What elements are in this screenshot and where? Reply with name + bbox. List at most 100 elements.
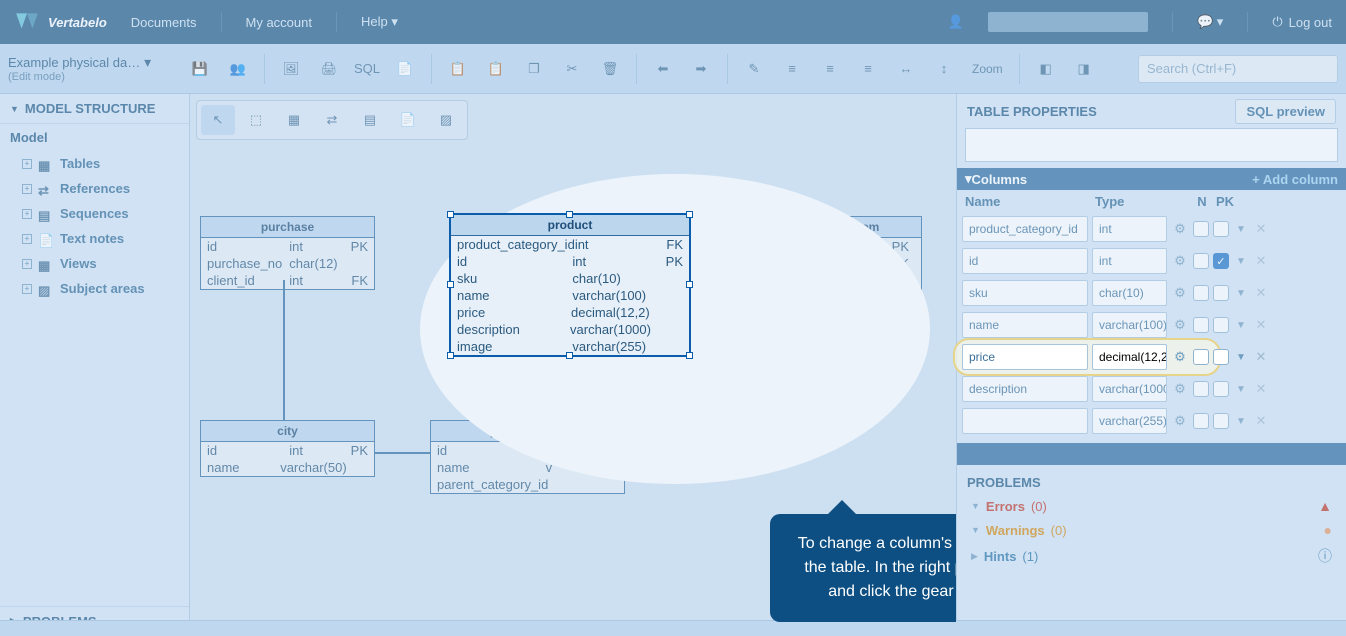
column-name-input[interactable] xyxy=(962,408,1088,434)
layout-right-icon[interactable]: ◨ xyxy=(1068,53,1100,85)
column-type-input[interactable]: varchar(100) xyxy=(1092,312,1167,338)
chevron-down-icon[interactable]: ▼ xyxy=(1233,224,1249,235)
duplicate-icon[interactable]: ❐ xyxy=(518,53,550,85)
marquee-tool-icon[interactable]: ⬚ xyxy=(239,105,273,135)
align-right-icon[interactable]: ≡ xyxy=(852,53,884,85)
gear-icon[interactable]: ⚙ xyxy=(1171,253,1189,269)
chevron-down-icon[interactable]: ▼ xyxy=(1233,320,1249,331)
entity-purchase[interactable]: purchase idintPK purchase_nochar(12) cli… xyxy=(200,216,375,290)
layout-left-icon[interactable]: ◧ xyxy=(1030,53,1062,85)
expand-icon[interactable]: + xyxy=(22,259,32,269)
nullable-checkbox[interactable] xyxy=(1193,381,1209,397)
cut-icon[interactable]: ✂ xyxy=(556,53,588,85)
tree-root[interactable]: Model xyxy=(0,124,189,151)
sidebar-item-subject-areas[interactable]: +▨Subject areas xyxy=(0,276,189,301)
chevron-down-icon[interactable]: ▼ xyxy=(1233,256,1249,267)
doc-icon[interactable]: 📄 xyxy=(389,53,421,85)
resize-handle[interactable] xyxy=(447,352,454,359)
delete-column-icon[interactable]: ✕ xyxy=(1253,253,1269,269)
undo-icon[interactable]: ⬅ xyxy=(647,53,679,85)
edit-icon[interactable]: ✎ xyxy=(738,53,770,85)
hints-row[interactable]: ▶Hints (1)ⓘ xyxy=(957,542,1346,570)
user-icon[interactable]: 👤 xyxy=(948,14,964,30)
logout-link[interactable]: ⏻ Log out xyxy=(1272,14,1332,30)
entity-product[interactable]: product product_category_idintFK idintPK… xyxy=(450,214,690,356)
search-input[interactable]: Search (Ctrl+F) xyxy=(1138,55,1338,83)
gear-icon[interactable]: ⚙ xyxy=(1171,221,1189,237)
delete-column-icon[interactable]: ✕ xyxy=(1253,221,1269,237)
resize-handle[interactable] xyxy=(686,352,693,359)
expand-icon[interactable]: + xyxy=(22,184,32,194)
column-type-input[interactable]: int xyxy=(1092,216,1167,242)
resize-handle[interactable] xyxy=(686,281,693,288)
column-type-input[interactable]: char(10) xyxy=(1092,280,1167,306)
nullable-checkbox[interactable] xyxy=(1193,349,1209,365)
add-area-icon[interactable]: ▨ xyxy=(429,105,463,135)
column-name-input[interactable]: price xyxy=(962,344,1088,370)
table-name-input[interactable] xyxy=(965,128,1338,162)
columns-section[interactable]: ▾ Columns + Add column xyxy=(957,168,1346,190)
add-table-icon[interactable]: ▦ xyxy=(277,105,311,135)
pk-checkbox[interactable] xyxy=(1213,413,1229,429)
chevron-down-icon[interactable]: ▼ xyxy=(1233,416,1249,427)
sidebar-item-sequences[interactable]: +▤Sequences xyxy=(0,201,189,226)
sidebar-item-references[interactable]: +⇄References xyxy=(0,176,189,201)
align-center-icon[interactable]: ≡ xyxy=(814,53,846,85)
entity-city[interactable]: city idintPK namevarchar(50) xyxy=(200,420,375,477)
model-name[interactable]: Example physical da… ▾ (Edit mode) xyxy=(8,54,178,83)
add-note-icon[interactable]: 📄 xyxy=(391,105,425,135)
column-type-input[interactable]: decimal(12,2 xyxy=(1092,344,1167,370)
column-name-input[interactable]: product_category_id xyxy=(962,216,1088,242)
resize-handle[interactable] xyxy=(566,211,573,218)
chevron-down-icon[interactable]: ▼ xyxy=(1233,384,1249,395)
gear-icon[interactable]: ⚙ xyxy=(1171,285,1189,301)
chat-icon[interactable]: 💬 ▾ xyxy=(1197,14,1223,30)
gear-icon[interactable]: ⚙ xyxy=(1171,317,1189,333)
select-tool-icon[interactable]: ↖ xyxy=(201,105,235,135)
expand-icon[interactable]: + xyxy=(22,209,32,219)
expand-icon[interactable]: + xyxy=(22,159,32,169)
sql-preview-button[interactable]: SQL preview xyxy=(1235,99,1336,124)
expand-icon[interactable]: + xyxy=(22,234,32,244)
pk-checkbox[interactable]: ✓ xyxy=(1213,253,1229,269)
nullable-checkbox[interactable] xyxy=(1193,253,1209,269)
add-column-button[interactable]: + Add column xyxy=(1252,172,1338,187)
gear-icon[interactable]: ⚙ xyxy=(1171,349,1189,365)
column-name-input[interactable]: sku xyxy=(962,280,1088,306)
distribute-h-icon[interactable]: ↔ xyxy=(890,53,922,85)
nullable-checkbox[interactable] xyxy=(1193,413,1209,429)
nav-documents[interactable]: Documents xyxy=(131,15,197,30)
print-icon[interactable]: 🖨 xyxy=(313,53,345,85)
paste-icon[interactable]: 📋 xyxy=(480,53,512,85)
gear-icon[interactable]: ⚙ xyxy=(1171,413,1189,429)
sidebar-item-tables[interactable]: +▦Tables xyxy=(0,151,189,176)
pk-checkbox[interactable] xyxy=(1213,317,1229,333)
chevron-down-icon[interactable]: ▼ xyxy=(1233,288,1249,299)
model-structure-header[interactable]: ▼MODEL STRUCTURE xyxy=(0,94,189,124)
resize-handle[interactable] xyxy=(447,211,454,218)
redo-icon[interactable]: ➡ xyxy=(685,53,717,85)
delete-column-icon[interactable]: ✕ xyxy=(1253,381,1269,397)
canvas[interactable]: ↖ ⬚ ▦ ⇄ ▤ 📄 ▨ purchase idintPK purchase_… xyxy=(190,94,956,636)
share-icon[interactable]: 👥 xyxy=(222,53,254,85)
warnings-row[interactable]: ▼Warnings (0)● xyxy=(957,518,1346,542)
column-name-input[interactable]: name xyxy=(962,312,1088,338)
sql-icon[interactable]: SQL xyxy=(351,53,383,85)
column-type-input[interactable]: varchar(255) xyxy=(1092,408,1167,434)
pk-checkbox[interactable] xyxy=(1213,285,1229,301)
add-reference-icon[interactable]: ⇄ xyxy=(315,105,349,135)
delete-column-icon[interactable]: ✕ xyxy=(1253,413,1269,429)
resize-handle[interactable] xyxy=(447,281,454,288)
image-icon[interactable]: 🖼 xyxy=(275,53,307,85)
brand-logo[interactable]: Vertabelo xyxy=(14,9,107,35)
pk-checkbox[interactable] xyxy=(1213,349,1229,365)
add-view-icon[interactable]: ▤ xyxy=(353,105,387,135)
collapsed-section[interactable] xyxy=(957,443,1346,465)
errors-row[interactable]: ▼Errors (0)▲ xyxy=(957,494,1346,518)
delete-column-icon[interactable]: ✕ xyxy=(1253,317,1269,333)
expand-icon[interactable]: + xyxy=(22,284,32,294)
delete-column-icon[interactable]: ✕ xyxy=(1253,349,1269,365)
nullable-checkbox[interactable] xyxy=(1193,221,1209,237)
column-name-input[interactable]: description xyxy=(962,376,1088,402)
nullable-checkbox[interactable] xyxy=(1193,317,1209,333)
